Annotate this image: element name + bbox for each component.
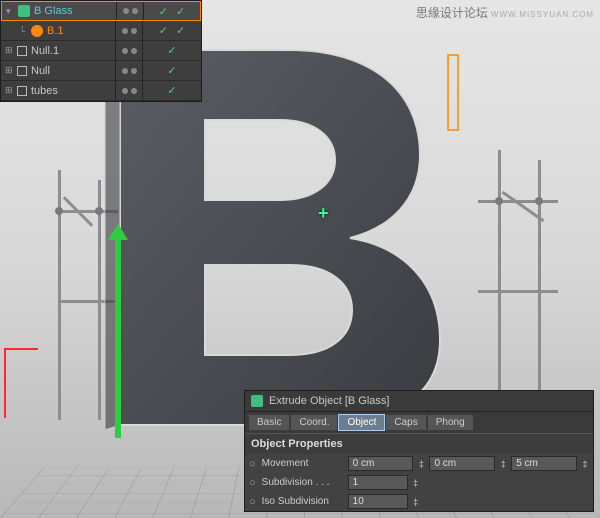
attribute-title-bar: Extrude Object [B Glass]: [245, 391, 593, 412]
attribute-tabs: Basic Coord. Object Caps Phong: [245, 412, 593, 433]
object-name: tubes: [31, 85, 58, 97]
tab-caps[interactable]: Caps: [386, 415, 425, 430]
watermark-en: WWW.MISSYUAN.COM: [491, 10, 594, 19]
layer-dots[interactable]: [115, 81, 143, 100]
prop-subdivision-row: ○ Subdivision . . . ‡: [245, 473, 593, 492]
object-row-tubes[interactable]: ⊞ tubes ✓: [1, 81, 201, 101]
object-row-null[interactable]: ⊞ Null ✓: [1, 61, 201, 81]
subdivision-label: Subdivision . . .: [262, 477, 344, 488]
null-icon: [17, 86, 27, 96]
layer-dots[interactable]: [115, 41, 143, 60]
watermark-cn: 思缘设计论坛: [416, 6, 488, 20]
render-check-icon[interactable]: ✓: [176, 24, 185, 37]
axis-y-arrow: [115, 238, 121, 438]
spinner-icon[interactable]: ‡: [417, 459, 425, 469]
extrude-icon: [251, 395, 263, 407]
attribute-manager-panel[interactable]: Extrude Object [B Glass] Basic Coord. Ob…: [244, 390, 594, 512]
object-row-bglass[interactable]: ▾ B Glass ✓ ✓: [1, 1, 201, 21]
spline-icon: [31, 25, 43, 37]
subdivision-input[interactable]: [348, 475, 408, 490]
iso-input[interactable]: [348, 494, 408, 509]
expand-icon[interactable]: ⊞: [5, 65, 13, 76]
axis-marker-red: [4, 348, 38, 418]
movement-y-input[interactable]: [429, 456, 495, 471]
prop-iso-row: ○ Iso Subdivision ‡: [245, 492, 593, 511]
object-manager-panel[interactable]: ▾ B Glass ✓✓ └ B.1 ✓✓ ⊞ Null.1 ✓ ⊞ Null …: [0, 0, 202, 102]
expand-icon[interactable]: ⊞: [5, 45, 13, 56]
object-name: Null.1: [31, 45, 59, 57]
layer-dots[interactable]: [115, 61, 143, 80]
object-name: B Glass: [34, 5, 73, 17]
layer-dots[interactable]: [116, 2, 144, 20]
extrude-icon: [18, 5, 30, 17]
movement-z-input[interactable]: [511, 456, 577, 471]
spinner-icon[interactable]: ‡: [581, 459, 589, 469]
object-name: Null: [31, 65, 50, 77]
visibility-check-icon[interactable]: ✓: [167, 64, 176, 77]
spinner-icon[interactable]: ‡: [412, 478, 420, 488]
watermark: 思缘设计论坛 WWW.MISSYUAN.COM: [416, 4, 594, 21]
visibility-check-icon[interactable]: ✓: [167, 84, 176, 97]
leaf-icon: └: [19, 26, 27, 36]
expand-icon[interactable]: ⊞: [5, 85, 13, 96]
object-row-b1[interactable]: └ B.1 ✓ ✓: [1, 21, 201, 41]
object-row-null1[interactable]: ⊞ Null.1 ✓: [1, 41, 201, 61]
spinner-icon[interactable]: ‡: [412, 497, 420, 507]
visibility-check-icon[interactable]: ✓: [159, 5, 168, 18]
movement-x-input[interactable]: [348, 456, 414, 471]
spinner-icon[interactable]: ‡: [499, 459, 507, 469]
render-check-icon[interactable]: ✓: [176, 5, 185, 18]
tab-basic[interactable]: Basic: [249, 415, 289, 430]
visibility-check-icon[interactable]: ✓: [167, 44, 176, 57]
prop-movement-row: ○ Movement ‡ ‡ ‡: [245, 454, 593, 473]
tab-object[interactable]: Object: [339, 415, 384, 430]
movement-label: Movement: [262, 458, 344, 469]
visibility-check-icon[interactable]: ✓: [159, 24, 168, 37]
tab-phong[interactable]: Phong: [428, 415, 473, 430]
cursor-crosshair: +: [318, 203, 329, 224]
null-icon: [17, 66, 27, 76]
layer-dots[interactable]: [115, 21, 143, 40]
null-icon: [17, 46, 27, 56]
section-header: Object Properties: [245, 433, 593, 454]
attribute-title: Extrude Object [B Glass]: [269, 395, 389, 407]
expand-icon[interactable]: ▾: [6, 6, 14, 17]
iso-label: Iso Subdivision: [262, 496, 344, 507]
tab-coord[interactable]: Coord.: [291, 415, 337, 430]
object-name: B.1: [47, 25, 64, 37]
